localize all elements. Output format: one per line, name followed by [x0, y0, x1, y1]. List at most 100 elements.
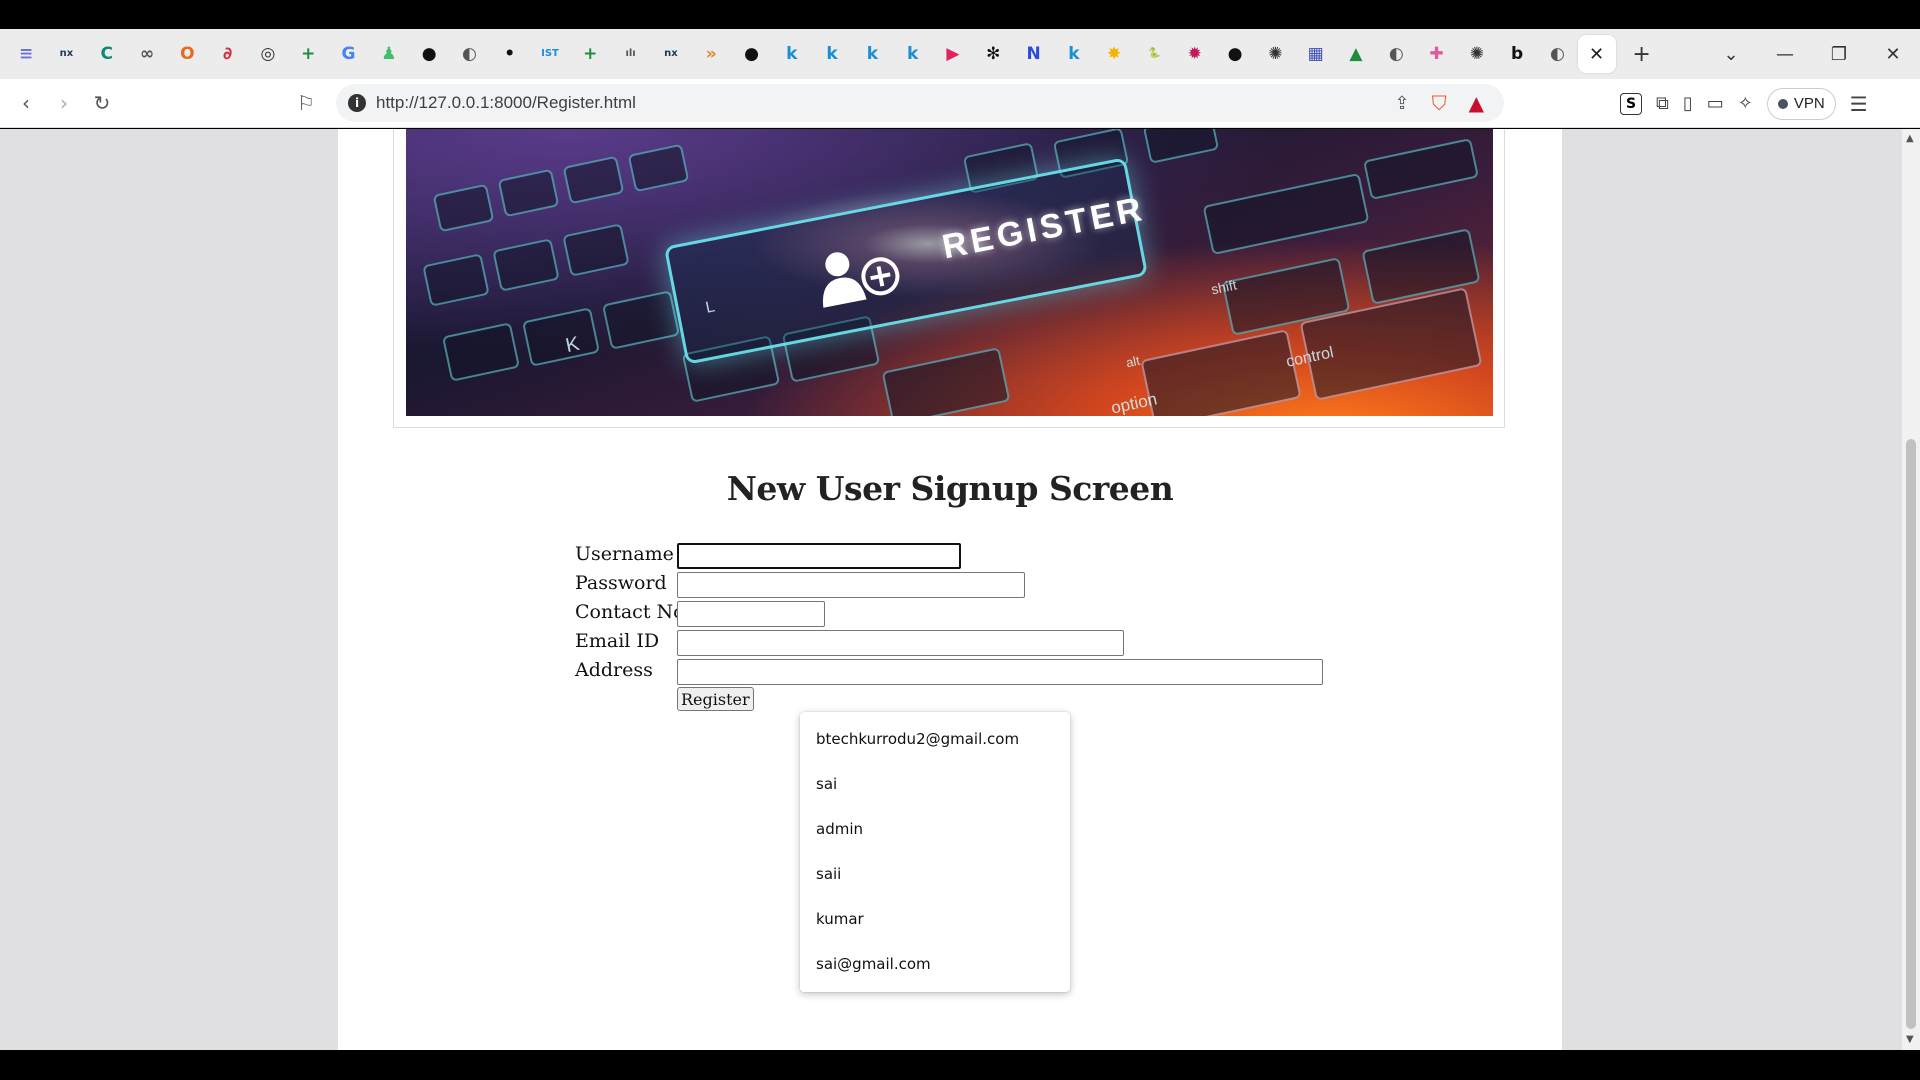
vpn-button[interactable]: VPN — [1766, 87, 1836, 120]
register-banner-image: REGISTER shift control alt option K L — [406, 129, 1493, 416]
page-title: New User Signup Screen — [726, 469, 1174, 508]
tab-list: ≡ nx C ∞ O ∂ ◎ + G ♟ ● ◐ • IST + ılı nx » ● k k k k ▶ ✻ Nk ✸ 🐍 ✹ ● ✺ ▦ ▲… — [0, 29, 1662, 79]
register-key — [663, 157, 1149, 365]
cisco-icon: ılı — [625, 48, 636, 59]
browser-tab[interactable]: N — [1013, 35, 1053, 73]
browser-tab[interactable]: ✚ — [1416, 35, 1456, 73]
office-icon: O — [180, 43, 195, 64]
browser-tab[interactable]: • — [490, 35, 530, 73]
browser-tab[interactable]: ● — [731, 35, 771, 73]
browser-tab[interactable]: b — [1497, 35, 1537, 73]
scroll-up-icon[interactable]: ▲ — [1906, 133, 1914, 144]
wallet-icon[interactable]: ▭ — [1707, 93, 1724, 114]
scroll-down-icon[interactable]: ▼ — [1906, 1034, 1914, 1045]
register-button[interactable]: Register — [677, 687, 754, 711]
browser-tab[interactable]: ▲ — [1336, 35, 1376, 73]
browser-tab[interactable]: G — [328, 35, 368, 73]
autocomplete-item[interactable]: kumar — [816, 910, 864, 928]
autocomplete-item[interactable]: saii — [816, 865, 841, 883]
browser-tab[interactable]: ≡ — [6, 35, 46, 73]
active-tab[interactable]: ✕ — [1577, 35, 1616, 73]
nx-icon: nx — [59, 48, 74, 59]
gear-icon: ✹ — [1187, 43, 1202, 64]
browser-tab[interactable]: nx — [46, 35, 86, 73]
browser-tab[interactable]: ∂ — [207, 35, 247, 73]
browser-tab[interactable]: ◐ — [1537, 35, 1577, 73]
script-icon: ∂ — [223, 43, 233, 64]
k5-icon: k — [1068, 43, 1080, 64]
browser-tab[interactable]: + — [288, 35, 328, 73]
s-extension-icon[interactable]: S — [1620, 92, 1642, 115]
autocomplete-item[interactable]: admin — [816, 820, 863, 838]
browser-tab[interactable]: ◎ — [248, 35, 288, 73]
forward-icon[interactable]: › — [46, 85, 82, 121]
browser-tab[interactable]: ♟ — [369, 35, 409, 73]
browser-tab[interactable]: k — [812, 35, 852, 73]
browser-tab[interactable]: ılı — [610, 35, 650, 73]
address-bar[interactable]: i http://127.0.0.1:8000/Register.html ⇪ … — [336, 84, 1504, 122]
brave-rewards-icon[interactable]: ▲ — [1469, 91, 1484, 115]
restore-icon[interactable]: ❐ — [1812, 29, 1866, 79]
share-icon[interactable]: ⇪ — [1395, 93, 1410, 114]
extensions-icon[interactable]: ⧉ — [1656, 93, 1669, 114]
browser-tab[interactable]: ◐ — [1376, 35, 1416, 73]
browser-tab[interactable]: ▦ — [1296, 35, 1336, 73]
browser-tab[interactable]: ∞ — [127, 35, 167, 73]
browser-tab[interactable]: nx — [651, 35, 691, 73]
browser-tab[interactable]: ◐ — [449, 35, 489, 73]
contact-input[interactable] — [677, 601, 825, 627]
browser-tab[interactable]: ✻ — [973, 35, 1013, 73]
autocomplete-item[interactable]: btechkurrodu2@gmail.com — [816, 730, 1019, 748]
browser-tab[interactable]: k — [772, 35, 812, 73]
browser-tab[interactable]: ● — [409, 35, 449, 73]
browser-tab[interactable]: IST — [530, 35, 570, 73]
sheets-icon: + — [301, 43, 316, 64]
sidebar-icon[interactable]: ▯ — [1683, 93, 1693, 114]
browser-tab[interactable]: ✸ — [1094, 35, 1134, 73]
google-icon: G — [341, 43, 356, 64]
browser-tab[interactable]: ✹ — [1175, 35, 1215, 73]
bookmark-icon[interactable]: ⚐ — [288, 85, 324, 121]
k3-icon: k — [866, 43, 879, 64]
scrollbar-thumb[interactable] — [1906, 439, 1916, 1029]
back-icon[interactable]: ‹ — [8, 85, 44, 121]
password-input[interactable] — [677, 572, 1025, 598]
reload-icon[interactable]: ↻ — [84, 85, 120, 121]
menu-icon[interactable]: ☰ — [1850, 92, 1868, 116]
close-tab-icon[interactable]: ✕ — [1589, 44, 1604, 65]
autocomplete-item[interactable]: sai — [816, 775, 837, 793]
tab-search-icon[interactable]: ⌄ — [1704, 29, 1758, 79]
site-info-icon[interactable]: i — [348, 94, 366, 112]
browser-tab[interactable]: + — [570, 35, 610, 73]
username-input[interactable] — [677, 543, 961, 569]
browser-tab[interactable]: 🐍 — [1134, 35, 1174, 73]
browser-tab[interactable]: ✺ — [1457, 35, 1497, 73]
leo-ai-icon[interactable]: ✧ — [1738, 93, 1753, 114]
address-input[interactable] — [677, 659, 1323, 685]
minimize-icon[interactable]: — — [1758, 29, 1812, 79]
browser-tab[interactable]: k — [1054, 35, 1094, 73]
browser-tab[interactable]: ▶ — [933, 35, 973, 73]
browser-tab[interactable]: k — [852, 35, 892, 73]
b-icon: b — [1511, 43, 1524, 64]
page-viewport: REGISTER shift control alt option K L Ne… — [0, 129, 1920, 1050]
colorful-icon: ✚ — [1429, 43, 1444, 64]
ist-icon: IST — [541, 48, 559, 59]
new-tab-icon[interactable]: + — [1622, 35, 1662, 73]
email-input[interactable] — [677, 630, 1124, 656]
close-window-icon[interactable]: ✕ — [1866, 29, 1920, 79]
person-icon: ♟ — [381, 43, 397, 64]
browser-tab[interactable]: O — [167, 35, 207, 73]
browser-tab[interactable]: ✺ — [1255, 35, 1295, 73]
url-text[interactable]: http://127.0.0.1:8000/Register.html — [376, 93, 636, 113]
autocomplete-item[interactable]: sai@gmail.com — [816, 955, 931, 973]
browser-tab[interactable]: C — [87, 35, 127, 73]
openai-icon: ✺ — [1268, 43, 1283, 64]
contact-label: Contact No — [575, 601, 685, 623]
brave-shield-icon[interactable]: ⛉ — [1432, 91, 1447, 115]
vertical-scrollbar[interactable]: ▲ ▼ — [1902, 129, 1920, 1050]
browser-tab[interactable]: » — [691, 35, 731, 73]
browser-tab[interactable]: k — [893, 35, 933, 73]
browser-tab[interactable]: ● — [1215, 35, 1255, 73]
lines-icon: ≡ — [19, 43, 34, 64]
